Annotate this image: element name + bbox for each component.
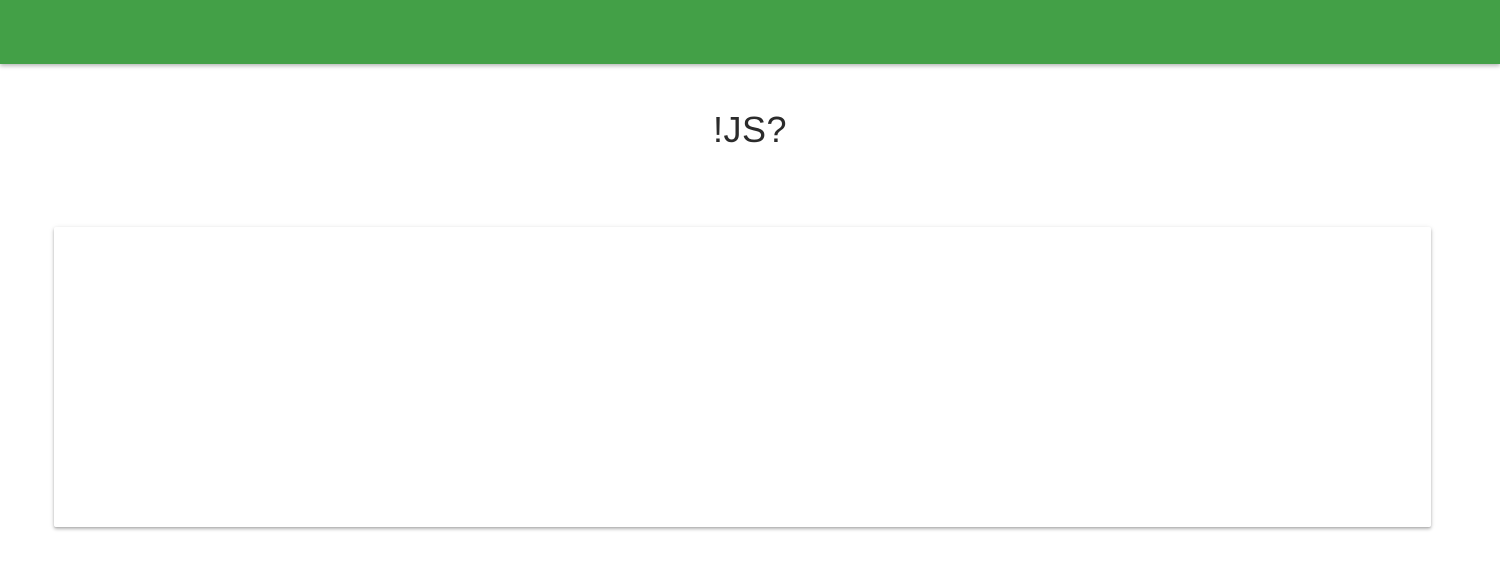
- app-bar: [0, 0, 1500, 64]
- page-title: !JS?: [712, 109, 788, 150]
- content-card: [54, 227, 1431, 527]
